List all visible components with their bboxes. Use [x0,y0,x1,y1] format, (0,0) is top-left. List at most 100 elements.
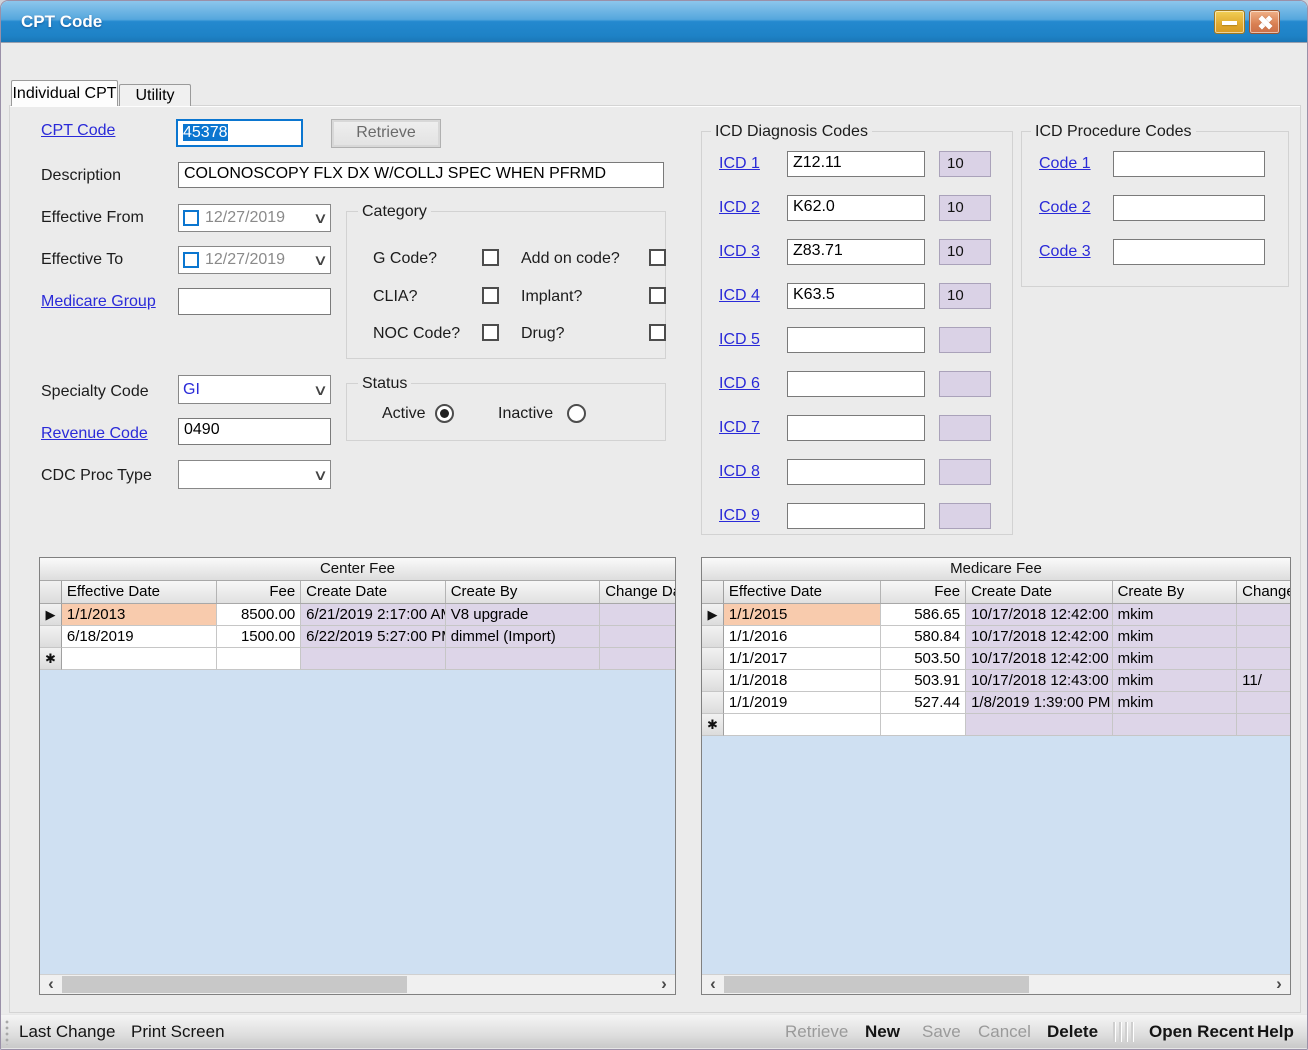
cell-create-by[interactable] [1113,714,1238,736]
revenue-code-link[interactable]: Revenue Code [41,425,148,443]
icd9-input[interactable] [787,503,925,529]
row-selector[interactable] [702,648,724,670]
g-code-checkbox[interactable] [482,249,499,266]
cell-create-date[interactable] [966,714,1112,736]
col-change-date[interactable]: Change Date [600,581,675,603]
new-button[interactable]: New [865,1015,900,1048]
icd1-input[interactable]: Z12.11 [787,151,925,177]
cell-create-by[interactable]: mkim [1113,692,1238,714]
col-effective-date[interactable]: Effective Date [724,581,881,603]
proc-code3-link[interactable]: Code 3 [1039,243,1091,261]
tab-utility[interactable]: Utility [119,84,191,106]
cell-effective-date[interactable] [62,648,218,670]
icd7-input[interactable] [787,415,925,441]
icd3-link[interactable]: ICD 3 [719,243,760,261]
add-on-code-checkbox[interactable] [649,249,666,266]
close-icon[interactable] [1249,10,1280,34]
cell-create-by[interactable]: mkim [1113,648,1238,670]
proc-code3-input[interactable] [1113,239,1265,265]
delete-button[interactable]: Delete [1047,1015,1098,1048]
col-create-date[interactable]: Create Date [966,581,1112,603]
effective-to-datepicker[interactable]: 12/27/2019 ∨ [178,246,331,274]
col-change-date[interactable]: Change Date [1237,581,1290,603]
scrollbar-thumb[interactable] [724,976,1029,993]
cell-change-date[interactable] [600,604,675,626]
effective-from-datepicker[interactable]: 12/27/2019 ∨ [178,204,331,232]
table-row[interactable]: 6/18/2019 1500.00 6/22/2019 5:27:00 PM d… [40,626,675,648]
icd6-link[interactable]: ICD 6 [719,375,760,393]
inactive-radio[interactable] [567,404,586,423]
noc-code-checkbox[interactable] [482,324,499,341]
scroll-left-icon[interactable]: ‹ [704,975,722,994]
scroll-left-icon[interactable]: ‹ [42,975,60,994]
table-row[interactable]: 1/1/2017 503.50 10/17/2018 12:42:00 mkim [702,648,1290,670]
open-recent-button[interactable]: Open Recent [1149,1015,1254,1048]
specialty-code-select[interactable]: GI ∨ [178,375,331,404]
description-input[interactable]: COLONOSCOPY FLX DX W/COLLJ SPEC WHEN PFR… [178,162,664,188]
cell-effective-date[interactable]: 1/1/2017 [724,648,881,670]
col-create-date[interactable]: Create Date [301,581,446,603]
cell-effective-date[interactable]: 1/1/2016 [724,626,881,648]
cell-create-by[interactable] [446,648,601,670]
retrieve-button[interactable]: Retrieve [331,119,441,148]
chevron-down-icon[interactable]: ∨ [313,209,328,227]
col-effective-date[interactable]: Effective Date [62,581,218,603]
medicare-group-input[interactable] [178,288,331,315]
cell-fee[interactable]: 586.65 [881,604,966,626]
cell-fee[interactable]: 527.44 [881,692,966,714]
icd5-link[interactable]: ICD 5 [719,331,760,349]
cell-fee[interactable] [881,714,966,736]
row-selector[interactable] [702,692,724,714]
icd1-link[interactable]: ICD 1 [719,155,760,173]
cell-fee[interactable]: 503.50 [881,648,966,670]
clia-checkbox[interactable] [482,287,499,304]
proc-code1-input[interactable] [1113,151,1265,177]
new-row[interactable]: ✱ [702,714,1290,736]
chevron-down-icon[interactable]: ∨ [313,381,328,399]
icd8-link[interactable]: ICD 8 [719,463,760,481]
proc-code2-input[interactable] [1113,195,1265,221]
cell-create-by[interactable]: mkim [1113,626,1238,648]
implant-checkbox[interactable] [649,287,666,304]
icd2-link[interactable]: ICD 2 [719,199,760,217]
cdc-proc-type-select[interactable]: ∨ [178,460,331,489]
medicare-group-link[interactable]: Medicare Group [41,293,156,311]
table-row[interactable]: ▶ 1/1/2015 586.65 10/17/2018 12:42:00 mk… [702,604,1290,626]
cell-fee[interactable]: 580.84 [881,626,966,648]
scroll-right-icon[interactable]: › [655,975,673,994]
print-screen-button[interactable]: Print Screen [131,1015,225,1048]
cell-change-date[interactable] [1237,626,1290,648]
table-row[interactable]: 1/1/2019 527.44 1/8/2019 1:39:00 PM mkim [702,692,1290,714]
scroll-right-icon[interactable]: › [1270,975,1288,994]
tab-individual-cpt[interactable]: Individual CPT [11,80,118,106]
cell-change-date[interactable] [1237,714,1290,736]
cell-create-date[interactable]: 10/17/2018 12:43:00 [966,670,1112,692]
cpt-code-link[interactable]: CPT Code [41,122,115,140]
icd7-link[interactable]: ICD 7 [719,419,760,437]
active-radio[interactable] [435,404,454,423]
cell-change-date[interactable]: 11/ [1237,670,1290,692]
cell-effective-date[interactable]: 1/1/2018 [724,670,881,692]
center-fee-hscrollbar[interactable]: ‹ › [40,974,675,994]
icd6-input[interactable] [787,371,925,397]
help-button[interactable]: Help [1257,1015,1294,1048]
cell-change-date[interactable] [600,648,675,670]
revenue-code-input[interactable]: 0490 [178,418,331,445]
cell-change-date[interactable] [1237,692,1290,714]
table-row[interactable]: 1/1/2018 503.91 10/17/2018 12:43:00 mkim… [702,670,1290,692]
proc-code1-link[interactable]: Code 1 [1039,155,1091,173]
cell-create-by[interactable]: mkim [1113,604,1238,626]
cell-effective-date[interactable]: 1/1/2015 [724,604,881,626]
icd4-link[interactable]: ICD 4 [719,287,760,305]
col-fee[interactable]: Fee [881,581,966,603]
row-selector[interactable] [40,626,62,648]
chevron-down-icon[interactable]: ∨ [313,251,328,269]
minimize-icon[interactable] [1214,10,1245,34]
cell-fee[interactable] [217,648,301,670]
new-row[interactable]: ✱ [40,648,675,670]
table-row[interactable]: ▶ 1/1/2013 8500.00 6/21/2019 2:17:00 AM … [40,604,675,626]
cell-create-date[interactable]: 10/17/2018 12:42:00 [966,604,1112,626]
col-create-by[interactable]: Create By [1113,581,1238,603]
medicare-fee-hscrollbar[interactable]: ‹ › [702,974,1290,994]
cell-create-date[interactable] [301,648,446,670]
